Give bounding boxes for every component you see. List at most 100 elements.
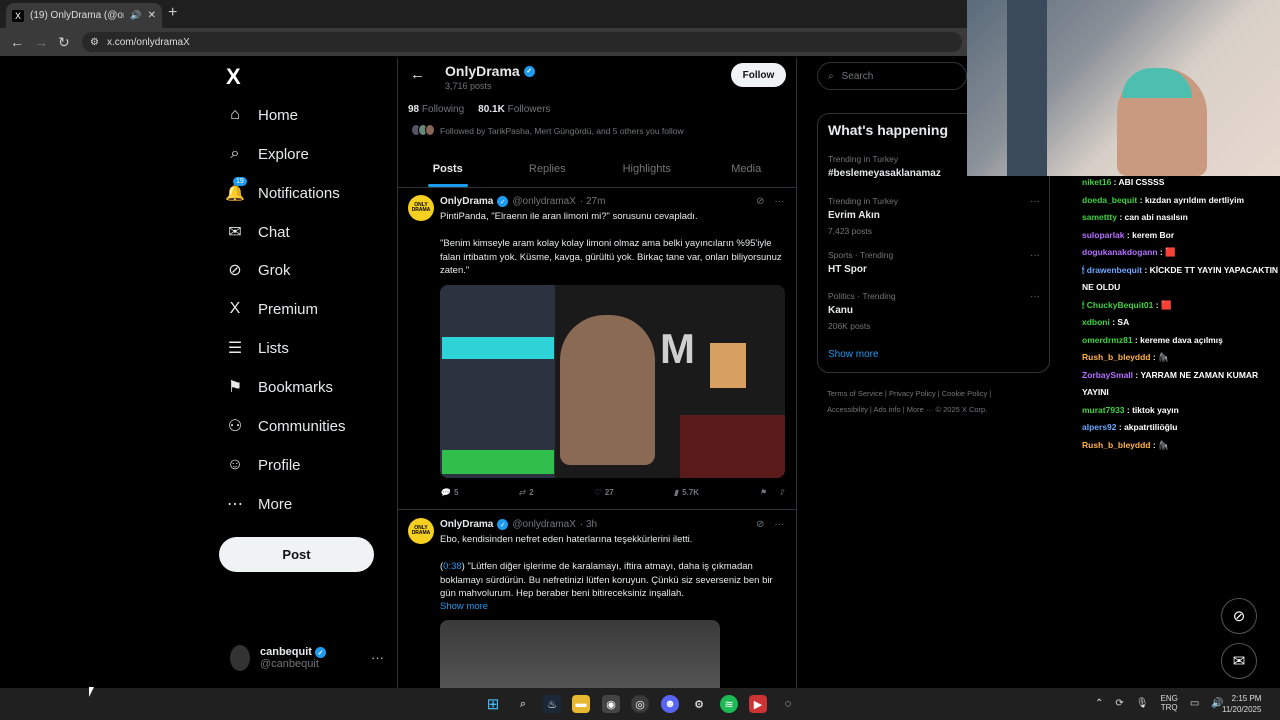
- show-more-link[interactable]: Show more: [828, 349, 879, 360]
- chat-username[interactable]: Rush_b_bleyddd: [1082, 352, 1150, 362]
- mic-icon[interactable]: 🎙: [1136, 698, 1149, 709]
- sidebar-item-lists[interactable]: ☰ Lists: [226, 339, 289, 358]
- settings-gear-icon[interactable]: ⚙: [690, 695, 708, 713]
- followers-link[interactable]: 80.1K Followers: [478, 104, 550, 115]
- site-info-icon[interactable]: ⚙: [90, 37, 99, 48]
- x-logo-icon[interactable]: X: [226, 64, 241, 90]
- sidebar-item-explore[interactable]: ⌕ Explore: [226, 145, 309, 163]
- grok-icon[interactable]: ⊘: [756, 196, 764, 207]
- bookmark-icon[interactable]: ⚑: [759, 488, 766, 497]
- more-icon[interactable]: ···: [1030, 250, 1040, 261]
- url-field[interactable]: ⚙ x.com/onlydramaX: [82, 32, 962, 52]
- follow-button[interactable]: Follow: [731, 63, 786, 87]
- chat-username[interactable]: murat7933: [1082, 405, 1125, 415]
- sidebar-item-grok[interactable]: ⊘ Grok: [226, 261, 291, 280]
- more-icon[interactable]: ···: [774, 196, 784, 207]
- language-indicator[interactable]: ENG TRQ: [1160, 694, 1177, 712]
- tweet-avatar[interactable]: ONLY DRAMA: [408, 195, 434, 221]
- chat-username[interactable]: Rush_b_bleyddd: [1082, 440, 1150, 450]
- chat-username[interactable]: samettty: [1082, 212, 1117, 222]
- forward-arrow-icon[interactable]: →: [34, 34, 48, 50]
- reload-icon[interactable]: ↻: [58, 34, 70, 51]
- views-button[interactable]: ▮ 5.7K: [674, 488, 699, 497]
- sidebar-item-home[interactable]: ⌂ Home: [226, 106, 298, 124]
- search-input[interactable]: ⌕ Search: [817, 62, 967, 90]
- following-link[interactable]: 98 Following: [408, 104, 464, 115]
- grok-icon[interactable]: ⊘: [756, 519, 764, 530]
- video-timestamp-link[interactable]: 0:38: [443, 561, 462, 572]
- like-button[interactable]: ♡ 27: [594, 488, 614, 497]
- close-tab-icon[interactable]: ✕: [148, 10, 156, 21]
- tweet-media[interactable]: [440, 620, 720, 690]
- tweet-text: Ebo, kendisinden nefret eden haterlarına…: [440, 534, 693, 545]
- spotify-icon[interactable]: ≋: [720, 695, 738, 713]
- app-icon[interactable]: ◌: [779, 695, 797, 713]
- repost-button[interactable]: ⇄ 2: [518, 488, 533, 497]
- chat-username[interactable]: omerdrmz81: [1082, 335, 1133, 345]
- account-switcher[interactable]: canbequit ✓ @canbequit: [230, 645, 327, 671]
- app-icon[interactable]: ▶: [749, 695, 767, 713]
- chat-username[interactable]: alpers92: [1082, 422, 1117, 432]
- more-icon[interactable]: ···: [1030, 291, 1040, 302]
- chat-username[interactable]: dogukanakdogann: [1082, 247, 1158, 257]
- speaker-icon[interactable]: 🔊: [130, 10, 141, 21]
- messages-floating-button[interactable]: ✉: [1221, 643, 1257, 679]
- sidebar-item-profile[interactable]: ☺ Profile: [226, 456, 301, 474]
- show-more-link[interactable]: Show more: [440, 600, 790, 614]
- clock[interactable]: 2:15 PM 11/20/2025: [1222, 693, 1261, 715]
- windows-start-icon[interactable]: ⊞: [484, 695, 502, 713]
- tweet-video-thumbnail[interactable]: M: [440, 285, 785, 478]
- file-explorer-icon[interactable]: ▬: [572, 695, 590, 713]
- trend-item[interactable]: Sports · Trending HT Spor ···: [828, 250, 1040, 275]
- chat-username[interactable]: suloparlak: [1082, 230, 1125, 240]
- chat-username[interactable]: xdboni: [1082, 317, 1110, 327]
- tweet-avatar[interactable]: ONLY DRAMA: [408, 518, 434, 544]
- tab-media[interactable]: Media: [697, 154, 797, 187]
- post-button[interactable]: Post: [219, 537, 374, 572]
- new-tab-button[interactable]: +: [168, 4, 177, 22]
- more-icon[interactable]: ···: [1030, 196, 1040, 207]
- reply-button[interactable]: 💬 5: [440, 488, 458, 497]
- steam-icon[interactable]: ♨: [543, 695, 561, 713]
- more-icon[interactable]: ···: [774, 519, 784, 530]
- sidebar-item-chat[interactable]: ✉ Chat: [226, 223, 289, 242]
- sidebar-item-label: Grok: [258, 261, 291, 279]
- tweet-handle[interactable]: @onlydramaX: [512, 519, 576, 530]
- tweet-author[interactable]: OnlyDrama: [440, 196, 493, 207]
- tweet-handle[interactable]: @onlydramaX: [512, 196, 576, 207]
- chat-username[interactable]: ZorbaySmall: [1082, 370, 1133, 380]
- tab-highlights[interactable]: Highlights: [597, 154, 697, 187]
- sidebar-item-more[interactable]: ⋯ More: [226, 495, 292, 514]
- account-more-icon[interactable]: ···: [371, 650, 384, 665]
- tab-replies[interactable]: Replies: [498, 154, 598, 187]
- sidebar-item-premium[interactable]: X Premium: [226, 300, 318, 318]
- chat-username[interactable]: niket16: [1082, 177, 1111, 187]
- browser-tab[interactable]: X (19) OnlyDrama (@onlydrama 🔊 ✕: [6, 3, 162, 28]
- tweet-time[interactable]: · 27m: [580, 196, 606, 207]
- discord-icon[interactable]: ☻: [661, 695, 679, 713]
- chat-username[interactable]: 🕯 drawenbequit: [1082, 265, 1142, 275]
- tweet-time[interactable]: · 3h: [580, 519, 597, 530]
- tweet-author[interactable]: OnlyDrama: [440, 519, 493, 530]
- share-icon[interactable]: ⇪: [778, 488, 785, 497]
- chrome-icon[interactable]: ◎: [631, 695, 649, 713]
- display-icon[interactable]: ▭: [1190, 698, 1199, 709]
- followed-by[interactable]: Followed by TarikPasha, Mert Güngördü, a…: [411, 124, 684, 138]
- trend-item[interactable]: Trending in Turkey Evrim Akın 7,423 post…: [828, 196, 1040, 236]
- chat-username[interactable]: 🕯 ChuckyBequit01: [1082, 300, 1153, 310]
- sidebar-item-bookmarks[interactable]: ⚑ Bookmarks: [226, 378, 333, 397]
- tab-posts[interactable]: Posts: [398, 154, 498, 187]
- sidebar-item-communities[interactable]: ⚇ Communities: [226, 417, 346, 436]
- sync-icon[interactable]: ⟳: [1115, 698, 1123, 709]
- search-icon[interactable]: ⌕: [514, 695, 532, 713]
- sidebar-item-notifications[interactable]: 🔔 19 Notifications: [225, 177, 340, 202]
- back-arrow-icon[interactable]: ←: [10, 34, 24, 50]
- footer-links[interactable]: Terms of Service | Privacy Policy | Cook…: [827, 386, 1047, 418]
- chevron-up-icon[interactable]: ⌃: [1095, 698, 1103, 709]
- app-icon[interactable]: ◉: [602, 695, 620, 713]
- chat-message: niket16 : ABI CSSSS: [1082, 177, 1165, 187]
- grok-floating-button[interactable]: ⊘: [1221, 598, 1257, 634]
- chat-username[interactable]: doeda_bequit: [1082, 195, 1137, 205]
- trend-item[interactable]: Politics · Trending Kanu 206K posts ···: [828, 291, 1040, 331]
- back-arrow-icon[interactable]: ←: [410, 66, 425, 83]
